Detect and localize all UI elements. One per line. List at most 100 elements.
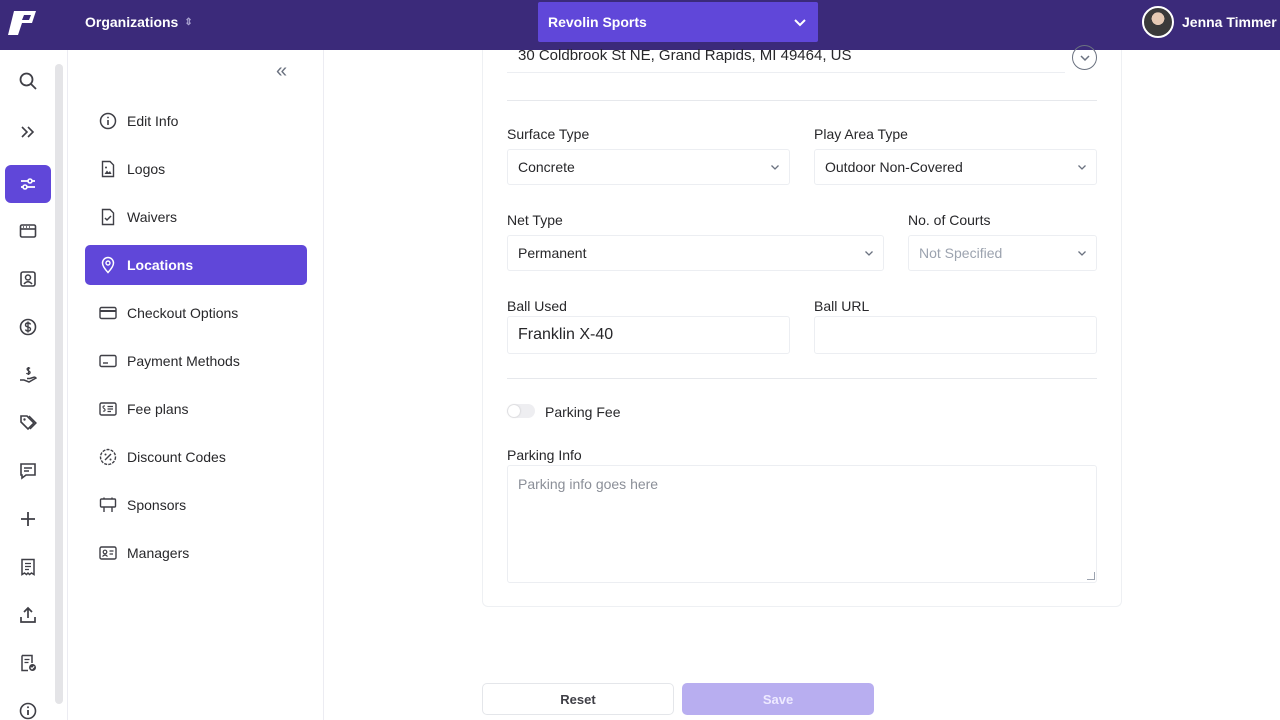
collapse-sidebar-button[interactable]: « xyxy=(276,60,287,83)
rail-contacts-button[interactable] xyxy=(5,260,51,298)
avatar xyxy=(1142,6,1174,38)
credit-card-icon xyxy=(99,306,117,320)
section-divider xyxy=(507,378,1097,379)
sidebar-item-edit-info[interactable]: Edit Info xyxy=(85,101,307,141)
sidebar-item-label: Locations xyxy=(127,257,194,273)
net-type-label: Net Type xyxy=(507,212,563,228)
surface-type-select[interactable]: Concrete xyxy=(507,149,790,185)
rail-scrollbar[interactable] xyxy=(55,64,63,704)
chevron-down-icon xyxy=(1078,165,1086,170)
info-icon xyxy=(19,702,37,720)
sidebar-item-discount-codes[interactable]: Discount Codes xyxy=(85,437,307,477)
sidebar-item-label: Fee plans xyxy=(127,401,189,417)
organizations-switcher[interactable]: Organizations ⇕ xyxy=(85,14,193,30)
sidebar-item-label: Waivers xyxy=(127,209,178,225)
rail-events-button[interactable] xyxy=(5,212,51,250)
ball-used-input[interactable] xyxy=(507,316,790,354)
sidebar-item-label: Sponsors xyxy=(127,497,187,513)
ball-url-input[interactable] xyxy=(814,316,1097,354)
net-type-value: Permanent xyxy=(518,245,587,261)
rail-tags-button[interactable] xyxy=(5,404,51,442)
discount-icon xyxy=(99,448,117,466)
payment-card-icon xyxy=(99,354,117,368)
search-icon xyxy=(19,72,37,90)
chevron-down-icon xyxy=(865,251,873,256)
address-underline xyxy=(507,72,1065,73)
rail-add-button[interactable] xyxy=(5,500,51,538)
rail-reports-button[interactable] xyxy=(5,644,51,682)
rail-upload-button[interactable] xyxy=(5,596,51,634)
sidebar-item-label: Checkout Options xyxy=(127,305,239,321)
sidebar-item-label: Edit Info xyxy=(127,113,179,129)
parking-fee-toggle[interactable] xyxy=(507,404,535,418)
textarea-resize-handle[interactable] xyxy=(1087,572,1095,580)
sort-updown-icon: ⇕ xyxy=(184,16,193,28)
section-divider xyxy=(507,100,1097,101)
map-pin-icon xyxy=(101,256,115,274)
sidebar-item-logos[interactable]: Logos xyxy=(85,149,307,189)
sidebar-item-label: Logos xyxy=(127,161,166,177)
user-name: Jenna Timmer xyxy=(1182,14,1277,30)
checklist-icon xyxy=(21,654,36,672)
surface-type-label: Surface Type xyxy=(507,126,590,142)
organizations-label: Organizations xyxy=(85,14,179,30)
settings-sliders-icon xyxy=(21,178,35,190)
info-icon xyxy=(99,112,117,130)
rail-expand-button[interactable] xyxy=(5,113,51,151)
sidebar-item-waivers[interactable]: Waivers xyxy=(85,197,307,237)
sidebar-item-label: Managers xyxy=(127,545,190,561)
rail-settings-button[interactable] xyxy=(5,165,51,203)
double-chevron-left-icon: « xyxy=(276,60,288,82)
save-button[interactable]: Save xyxy=(682,683,874,715)
plus-icon xyxy=(21,512,35,526)
address-expand-button[interactable] xyxy=(1072,45,1097,70)
sidebar-item-managers[interactable]: Managers xyxy=(85,533,307,573)
chat-icon xyxy=(20,463,36,480)
play-area-type-select[interactable]: Outdoor Non-Covered xyxy=(814,149,1097,185)
reset-button[interactable]: Reset xyxy=(482,683,674,715)
num-courts-label: No. of Courts xyxy=(908,212,991,228)
expand-icon xyxy=(21,126,35,138)
parking-info-textarea[interactable] xyxy=(507,465,1097,583)
rail-info-button[interactable] xyxy=(5,692,51,720)
rail-payouts-button[interactable] xyxy=(5,356,51,394)
sidebar-item-payment-methods[interactable]: Payment Methods xyxy=(85,341,307,381)
rail-receipts-button[interactable] xyxy=(5,548,51,586)
num-courts-value: Not Specified xyxy=(919,245,1003,261)
parking-fee-label: Parking Fee xyxy=(545,404,621,420)
chevron-down-icon xyxy=(794,19,806,27)
play-area-type-label: Play Area Type xyxy=(814,126,908,142)
image-file-icon xyxy=(101,160,115,178)
parking-info-label: Parking Info xyxy=(507,447,582,463)
app-logo[interactable] xyxy=(6,9,38,37)
icon-rail xyxy=(0,50,68,720)
organization-select-value: Revolin Sports xyxy=(548,14,647,30)
id-card-icon xyxy=(99,546,117,560)
billboard-icon xyxy=(99,497,117,512)
sidebar-item-locations[interactable]: Locations xyxy=(85,245,307,285)
ball-used-label: Ball Used xyxy=(507,298,567,314)
payout-hand-icon xyxy=(20,367,38,383)
sidebar-item-checkout-options[interactable]: Checkout Options xyxy=(85,293,307,333)
net-type-select[interactable]: Permanent xyxy=(507,235,884,271)
user-menu[interactable]: Jenna Timmer xyxy=(1142,6,1277,38)
calendar-card-icon xyxy=(19,224,37,238)
rail-finance-button[interactable] xyxy=(5,308,51,346)
address-field[interactable]: 30 Coldbrook St NE, Grand Rapids, MI 494… xyxy=(518,47,852,64)
surface-type-value: Concrete xyxy=(518,159,575,175)
upload-icon xyxy=(20,606,36,623)
rail-search-button[interactable] xyxy=(5,62,51,100)
sidebar-item-label: Discount Codes xyxy=(127,449,226,465)
chevron-down-icon xyxy=(1079,54,1090,61)
rail-messages-button[interactable] xyxy=(5,452,51,490)
receipt-icon xyxy=(21,558,35,576)
dollar-icon xyxy=(19,318,37,336)
play-area-type-value: Outdoor Non-Covered xyxy=(825,159,963,175)
sidebar-item-fee-plans[interactable]: Fee plans xyxy=(85,389,307,429)
top-bar: Organizations ⇕ Revolin Sports Jenna Tim… xyxy=(0,0,1280,50)
file-check-icon xyxy=(101,208,115,226)
num-courts-select[interactable]: Not Specified xyxy=(908,235,1097,271)
chevron-down-icon xyxy=(771,165,779,170)
sidebar-item-sponsors[interactable]: Sponsors xyxy=(85,485,307,525)
organization-select[interactable]: Revolin Sports xyxy=(538,2,818,42)
